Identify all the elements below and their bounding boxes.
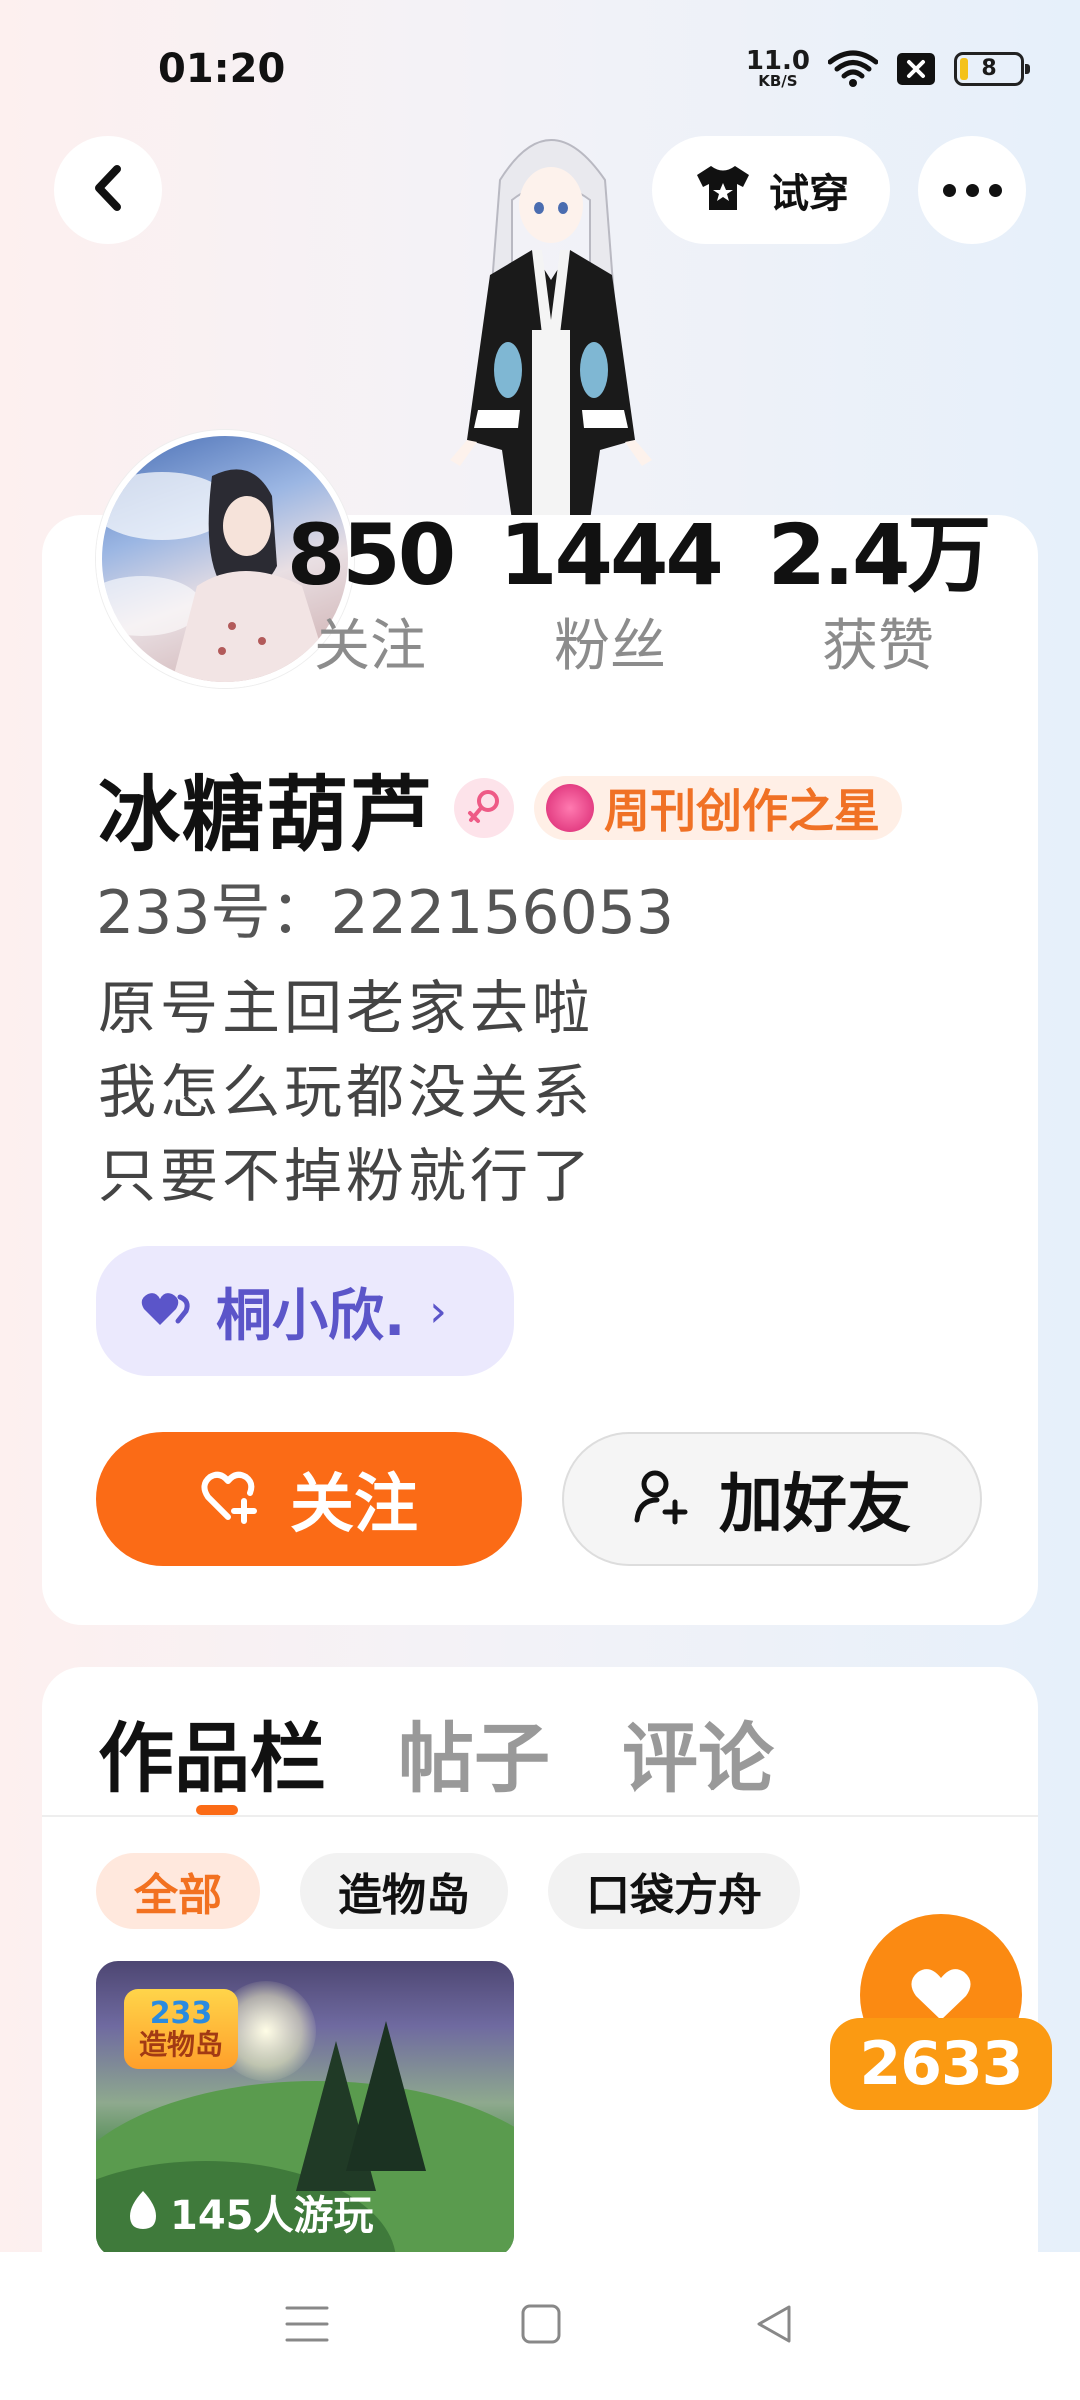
network-speed-value: 11.0 <box>745 46 810 76</box>
honor-badge[interactable]: 周刊创作之星 <box>534 775 903 840</box>
game-logo: 233 造物岛 <box>124 1989 238 2069</box>
tabs-divider <box>42 1815 1038 1817</box>
stat-likes[interactable]: 2.4万 获赞 <box>758 510 998 680</box>
tshirt-icon <box>693 163 753 217</box>
filter-creation-island[interactable]: 造物岛 <box>300 1853 508 1929</box>
partner-chip[interactable]: 桐小欣. › <box>96 1246 514 1376</box>
status-time: 01:20 <box>158 46 286 92</box>
system-nav-bar <box>0 2252 1080 2400</box>
stat-following-label: 关注 <box>314 614 426 679</box>
partner-name: 桐小欣. <box>216 1283 406 1349</box>
follow-label: 关注 <box>290 1468 418 1542</box>
stat-likes-value: 2.4万 <box>767 506 992 604</box>
battery-icon: 8 <box>954 51 1030 86</box>
filter-chips: 全部 造物岛 口袋方舟 <box>96 1853 800 1929</box>
game-logo-line2: 造物岛 <box>138 2028 223 2061</box>
status-icons: 11.0 KB/S 8 <box>746 48 1030 89</box>
network-speed: 11.0 KB/S <box>746 48 810 89</box>
battery-level: 8 <box>981 56 997 81</box>
stats-row: 850 关注 1444 粉丝 2.4万 获赞 <box>0 510 1080 700</box>
character-avatar-image[interactable] <box>420 110 680 530</box>
honor-badge-label: 周刊创作之星 <box>604 783 881 838</box>
tab-comments[interactable]: 评论 <box>622 1697 774 1807</box>
stat-likes-label: 获赞 <box>822 614 934 679</box>
play-count: 145人游玩 <box>126 2183 374 2241</box>
tab-indicator <box>196 1805 238 1815</box>
try-on-button[interactable]: 试穿 <box>652 136 890 244</box>
like-count: 2633 <box>830 2018 1052 2110</box>
heart-plus-icon <box>200 1469 262 1529</box>
wifi-icon <box>828 50 878 88</box>
name-row: 冰糖葫芦 周刊创作之星 <box>98 748 903 867</box>
filter-all[interactable]: 全部 <box>96 1853 260 1929</box>
stat-fans[interactable]: 1444 粉丝 <box>490 510 730 680</box>
filter-pocket-ark[interactable]: 口袋方舟 <box>548 1853 800 1929</box>
try-on-label: 试穿 <box>769 171 849 217</box>
game-logo-line1: 233 <box>149 1996 213 2031</box>
chevron-right-icon: › <box>429 1285 447 1337</box>
follow-button[interactable]: 关注 <box>96 1432 522 1566</box>
work-card[interactable]: 233 造物岛 145人游玩 <box>96 1961 514 2257</box>
back-button[interactable] <box>54 136 162 244</box>
hearts-icon <box>140 1289 194 1333</box>
add-friend-button[interactable]: 加好友 <box>562 1432 982 1566</box>
play-count-label: 145人游玩 <box>170 2193 374 2239</box>
stat-following-value: 850 <box>286 506 456 604</box>
stat-fans-label: 粉丝 <box>554 614 666 679</box>
stat-fans-value: 1444 <box>499 506 724 604</box>
add-friend-label: 加好友 <box>719 1468 911 1542</box>
back-triangle-icon[interactable] <box>753 2303 795 2349</box>
network-speed-unit: KB/S <box>758 72 798 90</box>
menu-icon[interactable] <box>285 2304 329 2348</box>
more-horizontal-icon <box>942 183 1002 197</box>
female-icon <box>454 777 515 838</box>
bio-line: 原号主回老家去啦 <box>98 974 595 1042</box>
flame-icon <box>126 2189 160 2235</box>
user-plus-icon <box>633 1468 691 1530</box>
user-name: 冰糖葫芦 <box>98 768 435 863</box>
more-button[interactable] <box>918 136 1026 244</box>
stat-following[interactable]: 850 关注 <box>250 510 490 680</box>
user-id[interactable]: 233号：222156053 <box>96 864 674 951</box>
star-medal-icon <box>546 783 595 832</box>
sim-disabled-icon <box>896 52 936 86</box>
tab-works[interactable]: 作品栏 <box>98 1697 326 1807</box>
bio-line: 我怎么玩都没关系 <box>98 1058 595 1126</box>
floating-like-button[interactable]: 2633 <box>830 1914 1052 2114</box>
home-square-icon[interactable] <box>520 2303 562 2349</box>
content-tabs: 作品栏 帖子 评论 <box>98 1697 774 1807</box>
tab-posts[interactable]: 帖子 <box>398 1697 550 1807</box>
chevron-left-icon <box>91 163 125 217</box>
bio: 原号主回老家去啦 我怎么玩都没关系 只要不掉粉就行了 <box>98 966 594 1218</box>
bio-line: 只要不掉粉就行了 <box>98 1142 595 1210</box>
